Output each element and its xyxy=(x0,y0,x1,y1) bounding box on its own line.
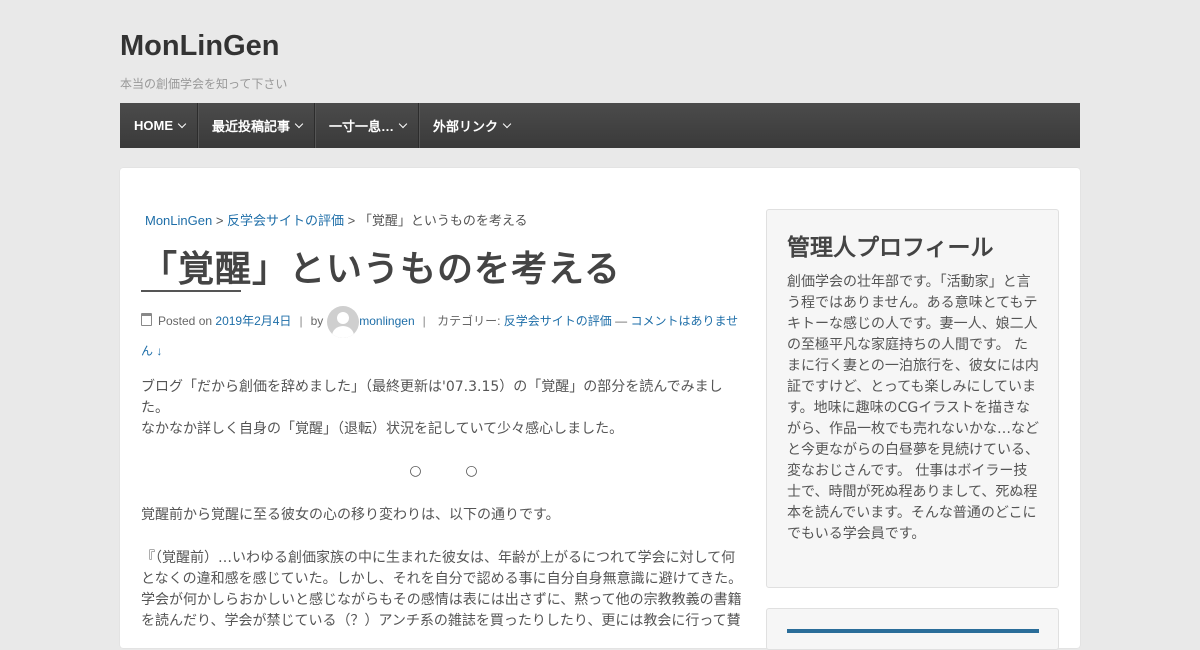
nav-item-label: 一寸一息… xyxy=(329,119,395,134)
second-widget xyxy=(766,608,1059,650)
site-title[interactable]: MonLinGen xyxy=(120,30,279,63)
meta-divider: | xyxy=(422,314,426,329)
post-paragraph: 覚醒前から覚醒に至る彼女の心の移り変わりは、以下の通りです。 xyxy=(141,507,560,523)
widget-title: 管理人プロフィール xyxy=(787,235,994,261)
post-meta: Posted on 2019年2月4日 | by monlingen | カテゴリー: … xyxy=(141,306,746,365)
post-paragraph: 『（覚醒前）…いわゆる創価家族の中に生まれた彼女は、年齢が上がるにつれて学会に対… xyxy=(141,550,743,629)
breadcrumb-category-link[interactable]: 反学会サイトの評価 xyxy=(227,213,344,228)
section-marks: ○ ○ xyxy=(141,461,746,483)
nav-item-recent-posts[interactable]: 最近投稿記事 xyxy=(198,103,316,148)
chevron-down-icon xyxy=(398,119,408,129)
post-paragraph: ブログ「だから創価を辞めました」（最終更新は'07.3.15）の「覚醒」の部分を… xyxy=(141,379,723,416)
nav-item-label: 外部リンク xyxy=(433,119,499,134)
nav-item-external-links[interactable]: 外部リンク xyxy=(419,103,522,148)
author-link[interactable]: monlingen xyxy=(359,314,414,328)
nav-item-label: HOME xyxy=(134,118,173,133)
breadcrumb-separator: > xyxy=(212,213,228,228)
post-body: ブログ「だから創価を辞めました」（最終更新は'07.3.15）の「覚醒」の部分を… xyxy=(141,377,746,632)
calendar-icon xyxy=(141,313,152,327)
breadcrumb-separator: > xyxy=(344,213,359,228)
profile-widget: 管理人プロフィール 創価学会の壮年部です。「活動家」と言う程ではありません。ある… xyxy=(766,209,1059,588)
chevron-down-icon xyxy=(294,119,304,129)
profile-text: 創価学会の壮年部です。「活動家」と言う程ではありません。ある意味とてもテキトーな… xyxy=(787,274,1039,542)
category-label: カテゴリー: xyxy=(437,314,501,329)
breadcrumb-home-link[interactable]: MonLinGen xyxy=(145,213,212,228)
author-avatar[interactable] xyxy=(327,306,360,338)
breadcrumb: MonLinGen > 反学会サイトの評価 > 「覚醒」というものを考える xyxy=(145,210,528,229)
post-date-link[interactable]: 2019年2月4日 xyxy=(215,314,291,328)
title-underline xyxy=(141,290,241,292)
post-title: 「覚醒」というものを考える xyxy=(141,249,621,290)
by-label: by xyxy=(310,314,324,329)
chevron-down-icon xyxy=(502,119,512,129)
main-nav: HOME 最近投稿記事 一寸一息… 外部リンク xyxy=(120,103,1080,148)
posted-on-label: Posted on xyxy=(158,314,213,329)
post-paragraph: なかなか詳しく自身の「覚醒」（退転）状況を記していて少々感心しました。 xyxy=(141,421,624,437)
nav-item-home[interactable]: HOME xyxy=(120,103,198,148)
breadcrumb-current: 「覚醒」というものを考える xyxy=(358,213,528,228)
circle-mark: ○ xyxy=(465,463,478,479)
site-tagline: 本当の創価学会を知って下さい xyxy=(120,77,288,91)
chevron-down-icon xyxy=(177,119,187,129)
nav-item-break[interactable]: 一寸一息… xyxy=(315,103,420,148)
circle-mark: ○ xyxy=(409,463,422,479)
meta-divider: | xyxy=(299,314,303,329)
category-link[interactable]: 反学会サイトの評価 xyxy=(504,314,612,328)
meta-dash: — xyxy=(611,314,631,329)
nav-item-label: 最近投稿記事 xyxy=(212,119,291,134)
